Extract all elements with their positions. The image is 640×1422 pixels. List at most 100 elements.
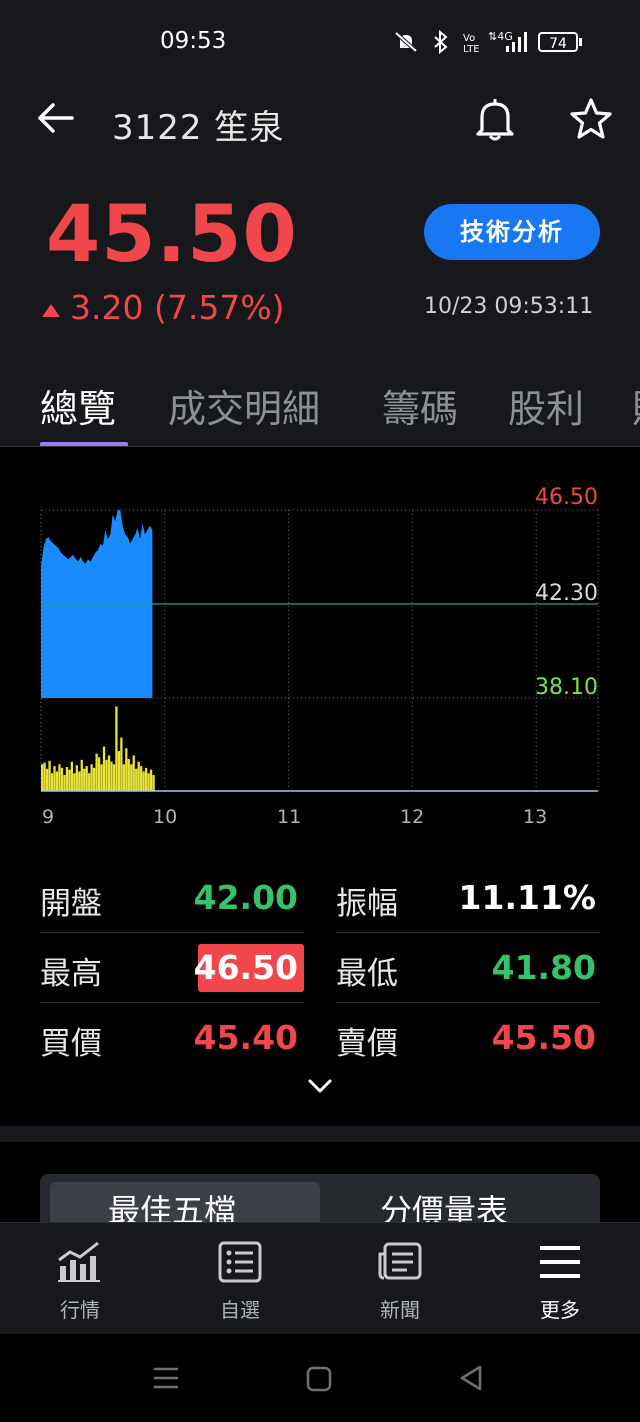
volume-bar [50, 773, 54, 791]
volume-bar [43, 762, 46, 791]
volume-bar [48, 760, 51, 791]
nav-news-label[interactable]: 新聞 [360, 1294, 440, 1323]
high-value: 46.50 [193, 948, 298, 987]
volume-bar [60, 767, 64, 791]
list-icon[interactable] [217, 1240, 263, 1284]
volume-bar [107, 755, 111, 791]
volume-bar [122, 764, 125, 791]
chart-icon[interactable] [56, 1240, 102, 1284]
menu-icon[interactable] [537, 1240, 583, 1284]
volte-icon: Vo LTE [463, 33, 480, 54]
nav-market-label[interactable]: 行情 [40, 1294, 120, 1323]
volume-bar [149, 769, 153, 791]
low-value: 41.80 [491, 948, 596, 987]
price-change: 3.20 (7.57%) [70, 288, 285, 327]
volume-bar [142, 771, 145, 791]
tab-dividend[interactable]: 股利 [508, 378, 584, 433]
battery-icon: 74 [538, 32, 578, 52]
volume-bar [135, 768, 138, 791]
open-label: 開盤 [40, 886, 102, 922]
tab-overview[interactable]: 總覽 [40, 378, 116, 433]
volume-bar [92, 767, 96, 791]
volume-bars [41, 706, 155, 791]
axis-low-label: 38.10 [535, 675, 598, 700]
star-icon[interactable] [568, 96, 614, 142]
volume-bar [85, 766, 88, 791]
bluetooth-icon [434, 30, 448, 54]
mute-bell-icon [394, 31, 418, 53]
page-title: 3122 笙泉 [112, 108, 285, 148]
recents-icon[interactable] [152, 1364, 180, 1392]
volume-bar [75, 765, 78, 791]
row-divider [40, 1002, 304, 1003]
volume-bar [90, 764, 93, 791]
back-icon[interactable] [458, 1364, 484, 1392]
4g-signal-icon: ⇅4G [488, 30, 527, 52]
quote-datetime: 10/23 09:53:11 [424, 294, 594, 319]
svg-text:LTE: LTE [463, 44, 480, 54]
volume-bar [41, 764, 44, 791]
row-divider [40, 932, 304, 933]
nav-watchlist-label[interactable]: 自選 [200, 1294, 280, 1323]
volume-bar [130, 764, 133, 791]
news-icon[interactable] [377, 1240, 423, 1284]
volume-bar [78, 771, 81, 791]
status-time: 09:53 [160, 28, 227, 54]
tab-chips[interactable]: 籌碼 [382, 378, 458, 433]
x-tick-12: 12 [400, 806, 425, 828]
battery-tip [579, 38, 582, 46]
volume-bar [120, 737, 123, 791]
volume-bar [73, 773, 76, 791]
x-tick-9: 9 [42, 806, 55, 828]
ask-value: 45.50 [491, 1018, 596, 1057]
volume-bar [140, 766, 143, 791]
bid-value: 45.40 [193, 1018, 298, 1057]
svg-text:Vo: Vo [463, 33, 475, 44]
axis-high-label: 46.50 [535, 485, 598, 510]
x-tick-13: 13 [523, 806, 548, 828]
volume-bar [105, 759, 108, 791]
open-value: 42.00 [193, 878, 298, 917]
volume-bar [115, 706, 118, 791]
volume-bar [58, 764, 61, 791]
home-icon[interactable] [306, 1366, 332, 1392]
volume-bar [132, 755, 135, 791]
amplitude-label: 振幅 [336, 886, 398, 922]
volume-bar [70, 761, 74, 791]
volume-bar [137, 761, 140, 791]
volume-bar [127, 758, 130, 791]
tab-financial[interactable]: 財 [632, 378, 640, 428]
intraday-chart[interactable]: 46.50 42.30 38.10 [0, 447, 640, 847]
volume-bar [97, 757, 101, 791]
volume-bar [80, 759, 83, 791]
volume-bar [112, 764, 116, 791]
x-tick-11: 11 [277, 806, 302, 828]
volume-bar [117, 750, 121, 791]
section-separator [0, 1126, 640, 1142]
current-price: 45.50 [46, 190, 298, 280]
bell-icon[interactable] [474, 96, 516, 142]
volume-bar [45, 768, 49, 791]
row-divider [336, 932, 600, 933]
volume-bar [152, 774, 155, 791]
axis-mid-label: 42.30 [535, 581, 598, 606]
svg-text:⇅4G: ⇅4G [488, 30, 513, 43]
amplitude-value: 11.11% [458, 878, 596, 917]
back-arrow-icon[interactable] [36, 98, 76, 138]
up-triangle-icon [42, 304, 60, 317]
volume-bar [88, 773, 91, 791]
nav-more-label[interactable]: 更多 [520, 1294, 600, 1323]
low-label: 最低 [336, 956, 398, 992]
volume-bar [53, 766, 56, 791]
volume-bar [65, 766, 69, 791]
volume-bar [95, 753, 98, 791]
volume-bar [83, 768, 86, 791]
tab-trade-details[interactable]: 成交明細 [168, 378, 320, 433]
chevron-down-icon[interactable] [306, 1076, 334, 1096]
bid-label: 買價 [40, 1026, 102, 1062]
volume-bar [55, 771, 59, 791]
row-divider [336, 1002, 600, 1003]
technical-analysis-button[interactable]: 技術分析 [424, 204, 600, 260]
volume-bar [102, 746, 106, 791]
volume-bar [100, 764, 103, 791]
